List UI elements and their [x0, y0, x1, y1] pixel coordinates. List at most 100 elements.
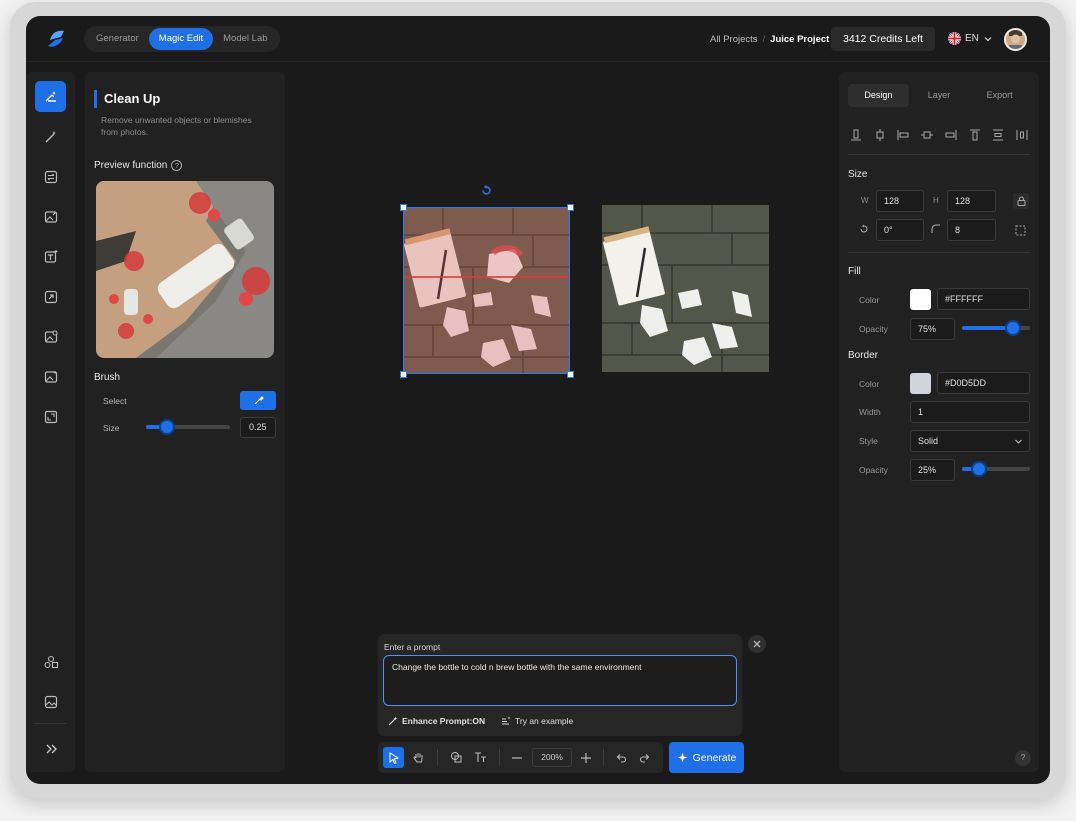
image-settings-tool-button[interactable] — [35, 321, 66, 352]
undo-button[interactable] — [610, 747, 631, 768]
fill-opacity-slider-handle[interactable] — [1005, 320, 1021, 336]
list-sparkle-icon — [502, 716, 511, 725]
upscale-tool-button[interactable] — [35, 281, 66, 312]
border-opacity-slider-handle[interactable] — [971, 461, 987, 477]
magic-wand-tool-button[interactable] — [35, 121, 66, 152]
align-bottom-icon[interactable] — [848, 127, 864, 143]
resize-handle-top-right[interactable] — [567, 204, 574, 211]
align-left-icon[interactable] — [895, 127, 911, 143]
tab-design[interactable]: Design — [848, 84, 909, 107]
zoom-level[interactable]: 200% — [532, 748, 572, 767]
corner-radius-icon — [931, 224, 940, 233]
breadcrumb-all-projects[interactable]: All Projects — [710, 34, 758, 45]
align-top-icon[interactable] — [967, 127, 983, 143]
mode-magic-edit[interactable]: Magic Edit — [148, 28, 214, 50]
text-button[interactable] — [470, 747, 491, 768]
brush-icon — [254, 396, 264, 405]
image-generate-tool-button[interactable] — [35, 361, 66, 392]
rotation-icon — [860, 224, 868, 233]
brush-size-value[interactable]: 0.25 — [240, 417, 276, 438]
avatar-face-icon — [1006, 30, 1025, 49]
resize-handle-top-left[interactable] — [400, 204, 407, 211]
independent-corners-icon[interactable] — [1015, 225, 1026, 236]
divider — [848, 154, 1030, 155]
border-style-select[interactable]: Solid — [910, 430, 1030, 452]
original-image[interactable] — [602, 205, 769, 372]
expand-rail-button[interactable] — [35, 733, 66, 764]
original-image-art — [602, 205, 769, 372]
plus-icon — [580, 752, 591, 763]
panel-description: Remove unwanted objects or blemishes fro… — [101, 115, 252, 137]
pan-tool-button[interactable] — [408, 747, 429, 768]
distribute-vertical-icon[interactable] — [990, 127, 1006, 143]
gallery-tool-button[interactable] — [35, 686, 66, 717]
brush-select-button[interactable] — [240, 391, 276, 410]
crop-icon — [44, 410, 57, 423]
height-input[interactable]: 128 — [947, 190, 996, 212]
image-edit-tool-button[interactable] — [35, 201, 66, 232]
divider — [848, 252, 1030, 253]
shapes-tool-button[interactable] — [35, 646, 66, 677]
width-input[interactable]: 128 — [876, 190, 924, 212]
lock-ratio-button[interactable] — [1013, 193, 1029, 209]
help-circle-icon[interactable]: ? — [171, 160, 183, 171]
minus-icon — [511, 756, 522, 759]
app-logo[interactable] — [42, 26, 68, 52]
resize-handle-bottom-right[interactable] — [567, 371, 574, 378]
rotate-handle-icon[interactable] — [480, 184, 493, 197]
brush-size-slider-handle[interactable] — [159, 419, 175, 435]
align-horizontal-center-icon[interactable] — [919, 127, 935, 143]
tool-rail — [26, 72, 75, 772]
clean-up-tool-button[interactable] — [35, 81, 66, 112]
text-tool-button[interactable] — [35, 241, 66, 272]
fill-opacity-input[interactable]: 75% — [910, 318, 955, 340]
fill-color-input[interactable]: #FFFFFF — [937, 288, 1030, 310]
preview-function-label: Preview function ? — [94, 160, 183, 171]
credits-badge[interactable]: 3412 Credits Left — [831, 27, 935, 51]
prompt-textarea[interactable]: Change the bottle to cold n brew bottle … — [383, 655, 737, 706]
border-section-title: Border — [848, 350, 879, 361]
image-sparkle-icon — [44, 370, 57, 383]
align-right-icon[interactable] — [943, 127, 959, 143]
enhance-prompt-toggle[interactable]: Enhance Prompt:ON — [388, 716, 485, 726]
border-opacity-input[interactable]: 25% — [910, 459, 955, 481]
align-vertical-center-icon[interactable] — [872, 127, 888, 143]
redo-button[interactable] — [634, 747, 655, 768]
generate-label: Generate — [692, 751, 737, 764]
corner-radius-input[interactable]: 8 — [947, 219, 996, 241]
resize-handle-bottom-left[interactable] — [400, 371, 407, 378]
shapes-button[interactable] — [446, 747, 467, 768]
language-selector[interactable]: EN — [948, 32, 993, 45]
rotation-input[interactable]: 0° — [876, 219, 924, 241]
select-tool-button[interactable] — [383, 747, 404, 768]
try-example-label: Try an example — [515, 716, 574, 726]
selection-box[interactable] — [403, 207, 570, 374]
user-avatar[interactable] — [1004, 28, 1027, 51]
rail-divider — [34, 723, 67, 724]
distribute-horizontal-icon[interactable] — [1014, 127, 1030, 143]
chevron-down-icon — [1015, 439, 1022, 444]
border-color-label: Color — [859, 379, 880, 389]
crop-tool-button[interactable] — [35, 401, 66, 432]
mode-generator[interactable]: Generator — [86, 28, 149, 50]
generate-button[interactable]: Generate — [669, 742, 744, 773]
try-example-button[interactable]: Try an example — [501, 716, 573, 726]
mode-model-lab[interactable]: Model Lab — [213, 28, 277, 50]
border-color-input[interactable]: #D0D5DD — [937, 372, 1030, 394]
height-label: H — [933, 196, 939, 205]
border-color-swatch[interactable] — [910, 373, 931, 394]
tab-layer[interactable]: Layer — [909, 84, 970, 107]
tab-export[interactable]: Export — [969, 84, 1030, 107]
help-button[interactable]: ? — [1015, 750, 1031, 766]
preview-image-art — [96, 181, 274, 358]
fill-color-swatch[interactable] — [910, 289, 931, 310]
zoom-in-button[interactable] — [575, 747, 596, 768]
double-chevron-right-icon — [46, 744, 57, 753]
chevron-down-icon — [984, 36, 992, 41]
adjust-tool-button[interactable] — [35, 161, 66, 192]
zoom-out-button[interactable] — [506, 747, 527, 768]
border-width-input[interactable]: 1 — [910, 401, 1030, 423]
toolbar-divider — [437, 749, 438, 766]
close-icon — [753, 640, 761, 648]
close-prompt-button[interactable] — [748, 635, 766, 653]
